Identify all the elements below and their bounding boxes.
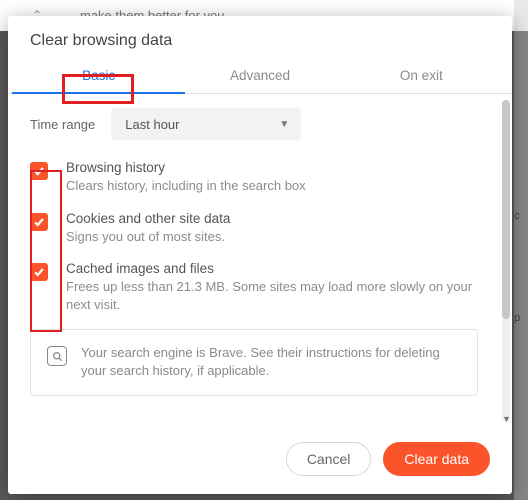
time-range-value: Last hour: [125, 117, 179, 132]
tab-on-exit[interactable]: On exit: [341, 60, 502, 93]
tab-label: Advanced: [230, 68, 290, 83]
search-engine-icon: [47, 346, 67, 366]
cancel-button[interactable]: Cancel: [286, 442, 372, 476]
dialog-tabs: Basic Advanced On exit: [8, 60, 512, 94]
tab-basic[interactable]: Basic: [18, 60, 179, 93]
caret-down-icon: ▼: [279, 119, 289, 130]
button-label: Cancel: [307, 451, 351, 467]
check-icon: [33, 216, 45, 228]
time-range-select[interactable]: Last hour ▼: [111, 108, 301, 140]
dialog-footer: Cancel Clear data: [8, 428, 512, 494]
tab-label: On exit: [400, 68, 443, 83]
option-title: Cookies and other site data: [66, 211, 230, 226]
option-desc: Clears history, including in the search …: [66, 177, 306, 195]
button-label: Clear data: [404, 451, 469, 467]
checkbox-browsing-history[interactable]: [30, 162, 48, 180]
check-icon: [33, 165, 45, 177]
option-title: Cached images and files: [66, 261, 478, 276]
tab-label: Basic: [82, 68, 115, 83]
option-title: Browsing history: [66, 160, 306, 175]
option-desc: Frees up less than 21.3 MB. Some sites m…: [66, 278, 478, 313]
option-cached: Cached images and files Frees up less th…: [30, 261, 478, 313]
option-browsing-history: Browsing history Clears history, includi…: [30, 160, 478, 195]
clear-browsing-data-dialog: Clear browsing data Basic Advanced On ex…: [8, 16, 512, 494]
check-icon: [33, 266, 45, 278]
dialog-title: Clear browsing data: [8, 16, 512, 60]
search-engine-info: Your search engine is Brave. See their i…: [30, 329, 478, 395]
scrollbar-thumb[interactable]: [502, 100, 510, 319]
checkbox-cached[interactable]: [30, 263, 48, 281]
option-desc: Signs you out of most sites.: [66, 228, 230, 246]
scroll-arrow-down-icon[interactable]: ▼: [502, 414, 510, 424]
clear-data-button[interactable]: Clear data: [383, 442, 490, 476]
checkbox-cookies[interactable]: [30, 213, 48, 231]
time-range-label: Time range: [30, 117, 95, 132]
magnifier-icon: [52, 351, 63, 362]
time-range-row: Time range Last hour ▼: [30, 108, 478, 140]
dialog-body-scroll: Time range Last hour ▼ Browsing history …: [8, 94, 512, 428]
info-text: Your search engine is Brave. See their i…: [81, 344, 461, 380]
background-right-strip: c p: [514, 0, 528, 500]
option-cookies: Cookies and other site data Signs you ou…: [30, 211, 478, 246]
scrollbar[interactable]: ▼: [502, 100, 510, 422]
tab-advanced[interactable]: Advanced: [179, 60, 340, 93]
